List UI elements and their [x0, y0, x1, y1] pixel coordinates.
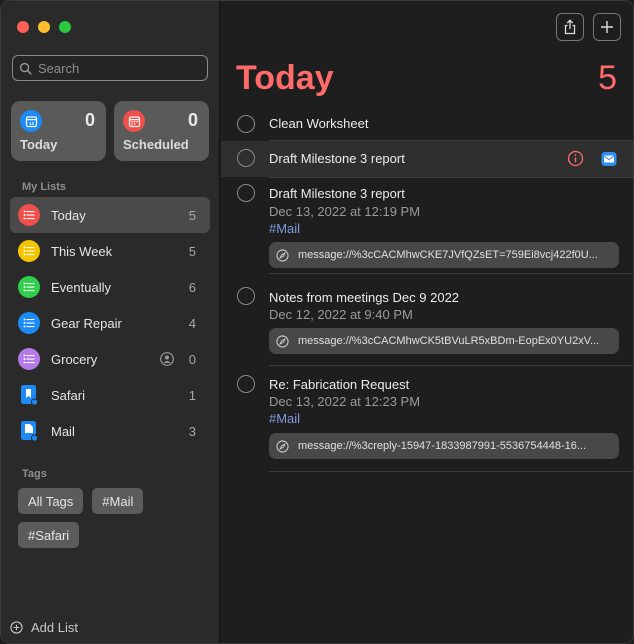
smart-list-scheduled[interactable]: 0 Scheduled — [114, 101, 209, 161]
reminder-date: Dec 13, 2022 at 12:19 PM — [269, 204, 421, 219]
compass-icon — [276, 439, 289, 453]
row-divider — [269, 273, 633, 274]
search-input[interactable] — [38, 60, 198, 76]
search-field[interactable] — [12, 55, 208, 81]
mail-app-icon[interactable] — [601, 151, 617, 167]
row-divider — [269, 365, 633, 366]
sidebar-item-gear-repair[interactable]: Gear Repair 4 — [10, 305, 210, 341]
link-url: message://%3creply-15947-1833987991-5536… — [298, 440, 587, 452]
calendar-today-icon: 13 — [20, 110, 42, 132]
complete-checkbox[interactable] — [237, 149, 255, 167]
smart-list-today[interactable]: 13 0 Today — [11, 101, 106, 161]
sidebar-item-this-week[interactable]: This Week 5 — [10, 233, 210, 269]
complete-checkbox[interactable] — [237, 184, 255, 202]
compass-icon — [276, 334, 289, 348]
reminder-row[interactable]: Re: Fabrication Request Dec 13, 2022 at … — [221, 367, 633, 471]
minimize-button[interactable] — [38, 21, 50, 33]
link-url: message://%3cCACMhwCKE7JVfQZsET=759Ei8vc… — [298, 249, 598, 261]
list-name: This Week — [51, 243, 113, 259]
list-title: Today — [236, 59, 334, 97]
reminder-row[interactable]: Notes from meetings Dec 9 2022 Dec 12, 2… — [221, 280, 633, 369]
list-count: 3 — [188, 423, 196, 439]
plus-icon — [601, 21, 613, 33]
reminder-row[interactable]: Clean Worksheet — [221, 106, 633, 141]
reminders-window: 13 0 Today 0 Scheduled My Lists Today 5 — [0, 0, 634, 644]
row-divider — [269, 471, 633, 472]
reminder-title[interactable]: Clean Worksheet — [269, 116, 368, 131]
my-lists: Today 5 This Week 5 Eventually 6 Gear Re… — [10, 197, 210, 449]
sidebar: 13 0 Today 0 Scheduled My Lists Today 5 — [1, 1, 220, 643]
reminder-tag[interactable]: #Mail — [269, 221, 300, 236]
list-name: Eventually — [51, 279, 111, 295]
complete-checkbox[interactable] — [237, 287, 255, 305]
reminder-title[interactable]: Draft Milestone 3 report — [269, 186, 405, 201]
reminder-link[interactable]: message://%3cCACMhwCKE7JVfQZsET=759Ei8vc… — [269, 242, 619, 268]
tag-safari[interactable]: #Safari — [18, 522, 80, 548]
new-reminder-button[interactable] — [593, 13, 621, 41]
reminder-date: Dec 13, 2022 at 12:23 PM — [269, 394, 421, 409]
tags-header: Tags — [22, 468, 47, 480]
sidebar-item-grocery[interactable]: Grocery 0 — [10, 341, 210, 377]
smart-list-label: Today — [20, 137, 58, 152]
list-name: Today — [51, 207, 86, 223]
list-bullet-icon — [18, 348, 40, 370]
list-bullet-icon — [18, 276, 40, 298]
share-icon — [564, 19, 576, 35]
sidebar-item-eventually[interactable]: Eventually 6 — [10, 269, 210, 305]
sidebar-item-safari[interactable]: Safari 1 — [10, 377, 210, 413]
list-count: 6 — [188, 279, 196, 295]
tag-browser: All Tags #Mail #Safari — [18, 488, 208, 548]
list-count: 5 — [188, 243, 196, 259]
main-pane: Today 5 Clean Worksheet Draft Milestone … — [221, 1, 633, 643]
search-icon — [19, 62, 32, 75]
smart-list-count: 0 — [84, 110, 95, 130]
list-bullet-icon — [18, 204, 40, 226]
reminder-date: Dec 12, 2022 at 9:40 PM — [269, 307, 413, 322]
sidebar-item-mail[interactable]: Mail 3 — [10, 413, 210, 449]
smart-list-count: 0 — [187, 110, 198, 130]
window-controls — [17, 21, 71, 33]
list-bullet-icon — [18, 240, 40, 262]
info-icon[interactable] — [567, 150, 584, 167]
add-list-button[interactable]: Add List — [10, 620, 78, 635]
list-count: 5 — [188, 207, 196, 223]
complete-checkbox[interactable] — [237, 375, 255, 393]
shared-person-icon — [160, 352, 174, 366]
svg-text:13: 13 — [28, 121, 34, 126]
close-button[interactable] — [17, 21, 29, 33]
complete-checkbox[interactable] — [237, 115, 255, 133]
list-count: 0 — [188, 351, 196, 367]
tag-all-tags[interactable]: All Tags — [18, 488, 84, 514]
list-name: Safari — [51, 387, 85, 403]
calendar-scheduled-icon — [123, 110, 145, 132]
my-lists-header: My Lists — [22, 181, 67, 193]
add-list-label: Add List — [31, 620, 78, 635]
reminder-row[interactable]: Draft Milestone 3 report — [221, 141, 633, 177]
reminder-title[interactable]: Re: Fabrication Request — [269, 377, 409, 392]
list-total-count: 5 — [598, 59, 617, 97]
plus-circle-icon — [10, 621, 23, 634]
tag-mail[interactable]: #Mail — [92, 488, 144, 514]
sidebar-item-today[interactable]: Today 5 — [10, 197, 210, 233]
reminder-title[interactable]: Draft Milestone 3 report — [269, 151, 405, 166]
reminder-tag[interactable]: #Mail — [269, 411, 300, 426]
list-bullet-icon — [18, 312, 40, 334]
list-count: 1 — [188, 387, 196, 403]
reminder-link[interactable]: message://%3creply-15947-1833987991-5536… — [269, 433, 619, 459]
safari-list-icon — [18, 384, 40, 406]
reminder-title[interactable]: Notes from meetings Dec 9 2022 — [269, 290, 459, 305]
reminder-row[interactable]: Draft Milestone 3 report Dec 13, 2022 at… — [221, 177, 633, 273]
link-url: message://%3cCACMhwCK5tBVuLR5xBDm-EopEx0… — [298, 335, 600, 347]
smart-list-label: Scheduled — [123, 137, 189, 152]
reminder-link[interactable]: message://%3cCACMhwCK5tBVuLR5xBDm-EopEx0… — [269, 328, 619, 354]
mail-list-icon — [18, 420, 40, 442]
list-count: 4 — [188, 315, 196, 331]
list-name: Mail — [51, 423, 75, 439]
share-button[interactable] — [556, 13, 584, 41]
zoom-button[interactable] — [59, 21, 71, 33]
compass-icon — [276, 248, 289, 262]
list-name: Gear Repair — [51, 315, 122, 331]
